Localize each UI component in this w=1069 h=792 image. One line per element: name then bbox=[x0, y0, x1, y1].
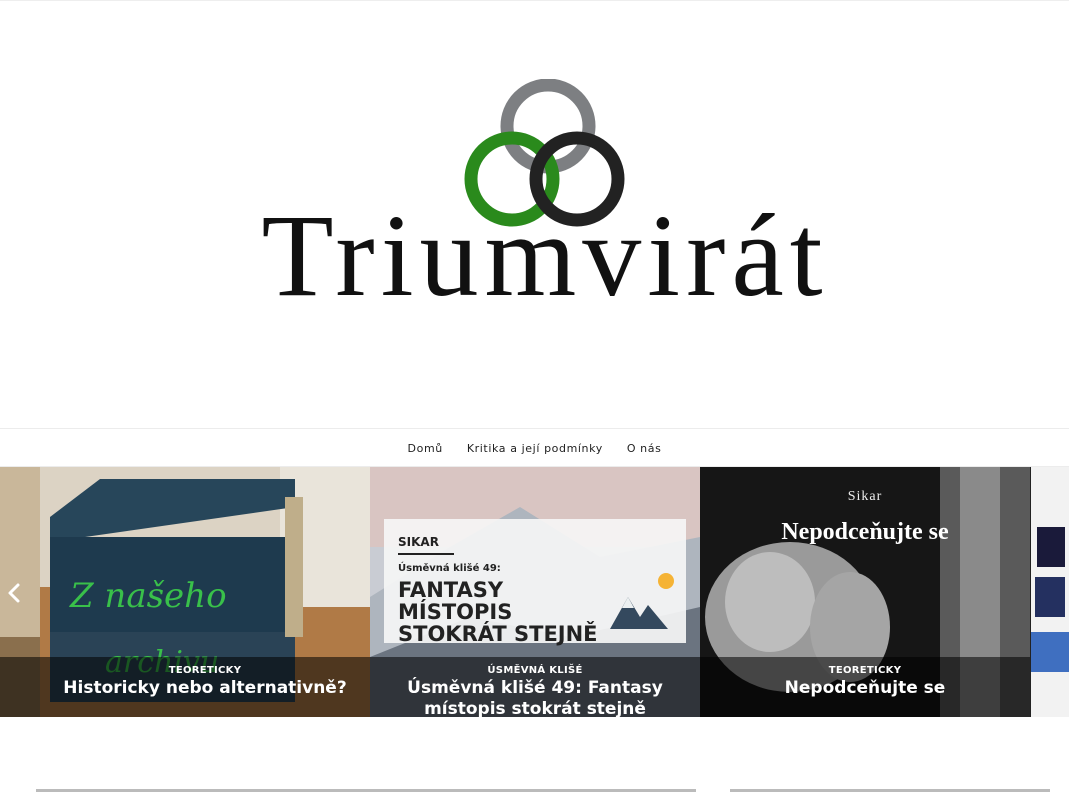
poster-author: SIKAR bbox=[398, 535, 439, 549]
slider-prev-chevron-left-icon[interactable] bbox=[4, 582, 26, 604]
slide-title[interactable]: Nepodceňujte se bbox=[700, 678, 1030, 699]
poster-divider bbox=[398, 553, 454, 555]
mountain-icon bbox=[610, 597, 668, 629]
image-headline: Nepodceňujte se bbox=[781, 519, 949, 545]
slide-caption: ÚSMĚVNÁ KLIŠÉ Úsměvná klišé 49: Fantasy … bbox=[370, 657, 700, 717]
site-header: Triumvirát bbox=[0, 0, 1069, 428]
site-logo[interactable]: Triumvirát bbox=[200, 79, 890, 329]
poster-card: SIKAR Úsměvná klišé 49: FANTASY MÍSTOPIS… bbox=[384, 519, 686, 646]
image-author: Sikar bbox=[847, 489, 883, 504]
slide-caption: TEORETICKY Nepodceňujte se bbox=[700, 657, 1030, 717]
slide-category[interactable]: ÚSMĚVNÁ KLIŠÉ bbox=[370, 665, 700, 676]
image-text-line-1: Z našeho bbox=[69, 576, 227, 616]
poster-series: Úsměvná klišé 49: bbox=[398, 563, 501, 574]
nav-item-about[interactable]: O nás bbox=[627, 442, 662, 455]
slide-title[interactable]: Úsměvná klišé 49: Fantasy místopis stokr… bbox=[370, 678, 700, 717]
nav-item-home[interactable]: Domů bbox=[408, 442, 443, 455]
main-navigation: Domů Kritika a její podmínky O nás bbox=[0, 428, 1069, 467]
slide-category[interactable]: TEORETICKY bbox=[700, 665, 1030, 676]
slide-category[interactable]: TEORETICKY bbox=[40, 665, 370, 676]
featured-slider: Z našeho archivu TEORETICKY Historicky n… bbox=[0, 467, 1069, 717]
logo-wordmark: Triumvirát bbox=[261, 190, 829, 321]
slide-item[interactable]: SIKAR Úsměvná klišé 49: FANTASY MÍSTOPIS… bbox=[370, 467, 700, 717]
slide-item[interactable]: Sikar Nepodceňujte se TEORETICKY Nepodce… bbox=[700, 467, 1030, 717]
poster-headline: FANTASY MÍSTOPIS STOKRÁT STEJNĚ bbox=[398, 578, 598, 646]
sun-icon bbox=[658, 573, 674, 589]
slide-partial-right[interactable] bbox=[1031, 467, 1069, 717]
slide-item[interactable]: Z našeho archivu TEORETICKY Historicky n… bbox=[40, 467, 370, 717]
nav-item-criticism[interactable]: Kritika a její podmínky bbox=[467, 442, 603, 455]
slide-caption: TEORETICKY Historicky nebo alternativně? bbox=[40, 657, 370, 717]
slide-title[interactable]: Historicky nebo alternativně? bbox=[40, 678, 370, 699]
